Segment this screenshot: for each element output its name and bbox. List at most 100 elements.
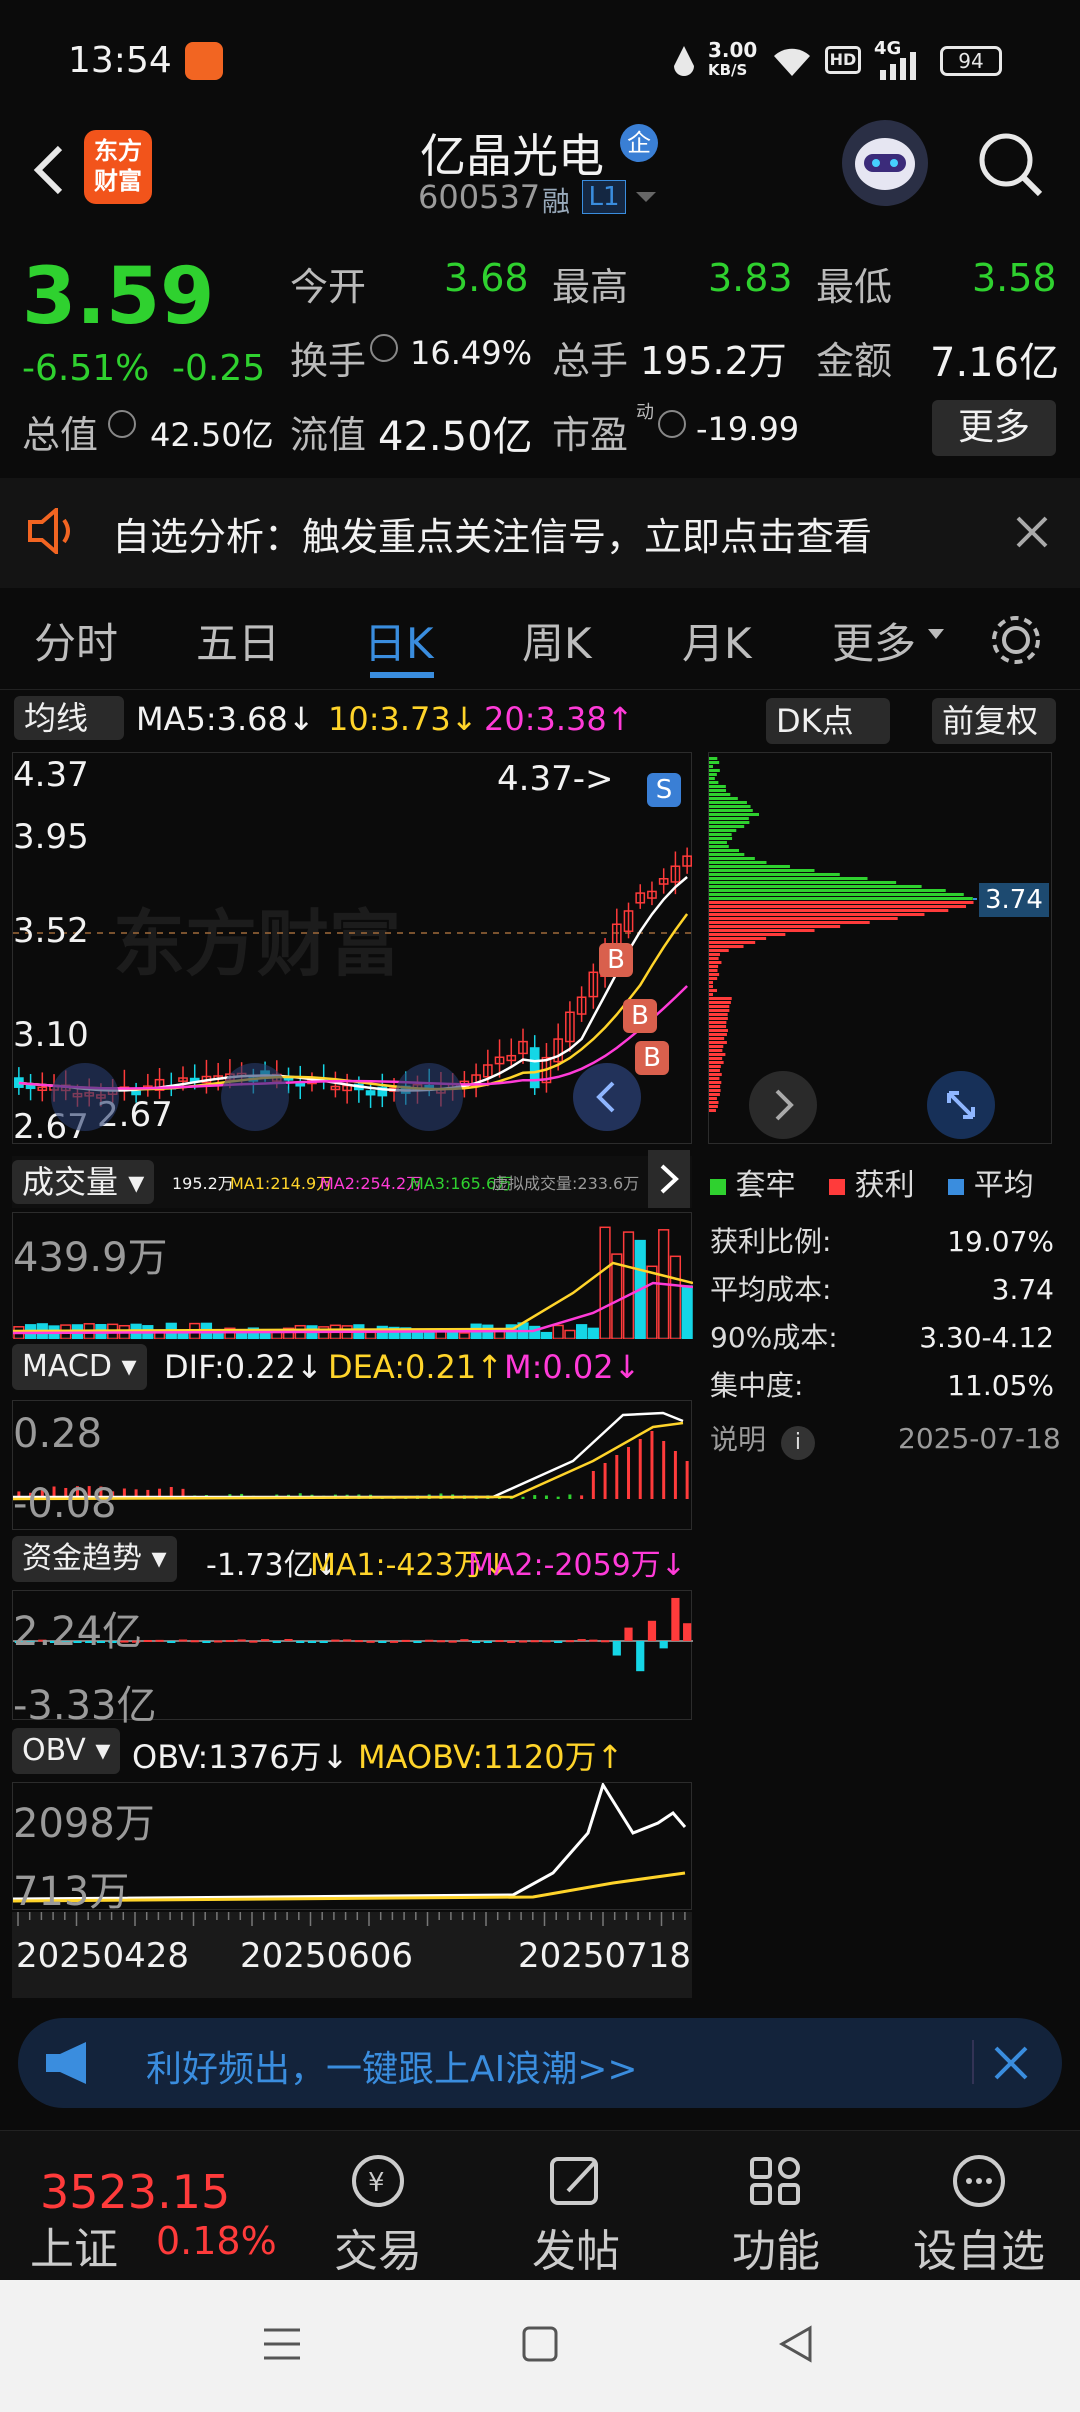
macd-m: M:0.02↓ — [504, 1348, 641, 1386]
sell-marker[interactable]: S — [647, 773, 681, 807]
dropdown-arrow-icon — [928, 626, 944, 645]
volume-chart[interactable]: 439.9万 — [12, 1212, 694, 1340]
macd-select[interactable]: MACD ▾ — [12, 1344, 147, 1390]
fund-bar — [214, 1640, 223, 1643]
crosshair-button[interactable] — [395, 1063, 463, 1131]
search-icon[interactable] — [976, 130, 1046, 204]
menu-icon[interactable] — [262, 2324, 302, 2368]
index-value[interactable]: 3523.15 — [40, 2165, 230, 2219]
post-button[interactable]: 发帖 — [526, 2151, 626, 2279]
high-annotation: 4.37-> — [497, 759, 614, 799]
pe-dynamic-sup: 动 — [636, 402, 654, 423]
chart-nav-circle[interactable] — [221, 1063, 289, 1131]
chip-bar — [709, 773, 717, 776]
x-date-end: 20250718 — [518, 1936, 692, 1976]
tab-five-day[interactable]: 五日 — [196, 610, 280, 671]
chevron-down-icon[interactable] — [634, 190, 658, 210]
volume-y-top: 439.9万 — [13, 1235, 168, 1281]
back-icon[interactable] — [776, 2324, 816, 2368]
battery-icon: 94 — [940, 46, 1002, 76]
stock-name: 亿晶光电 — [420, 129, 604, 183]
volume-ma2-line — [12, 1281, 694, 1335]
chip-distribution-chart[interactable]: 3.74 — [708, 752, 1053, 1144]
expand-icon[interactable] — [927, 1071, 995, 1139]
fund-bar — [354, 1640, 363, 1643]
dk-point-button[interactable]: DK点 — [766, 698, 890, 744]
tab-monthly-k[interactable]: 月K — [682, 610, 752, 671]
info-circle-icon[interactable] — [658, 410, 686, 438]
chevron-right-icon[interactable] — [648, 1150, 690, 1208]
fund-trend-select[interactable]: 资金趋势 ▾ — [12, 1536, 177, 1582]
chip-bar — [709, 893, 964, 896]
chip-bar — [709, 781, 719, 784]
chip-bar — [709, 881, 897, 884]
chart-nav-left-circle[interactable] — [51, 1063, 119, 1131]
chevron-right-icon[interactable] — [749, 1071, 817, 1139]
trade-button[interactable]: ¥ 交易 — [328, 2151, 428, 2279]
watchlist-analysis-banner[interactable]: 自选分析：触发重点关注信号，立即点击查看 — [0, 478, 1080, 588]
chip-bar — [709, 1081, 722, 1084]
chip-bar — [709, 1041, 727, 1044]
chip-bar — [709, 1069, 720, 1072]
high-value: 3.83 — [708, 256, 793, 300]
trade-icon: ¥ — [352, 2155, 404, 2207]
functions-button[interactable]: 功能 — [726, 2151, 826, 2279]
chip-bar — [709, 917, 898, 920]
chip-bar — [709, 993, 713, 996]
buy-marker[interactable]: B — [599, 943, 633, 977]
cost-90-row: 90%成本: 3.30-4.12 — [710, 1321, 1054, 1354]
tab-weekly-k[interactable]: 周K — [522, 610, 592, 671]
chevron-left-icon[interactable] — [573, 1063, 641, 1131]
volume-select[interactable]: 成交量 ▾ — [12, 1160, 155, 1204]
macd-chart[interactable]: 0.28 -0.08 — [12, 1400, 692, 1530]
ma-select[interactable]: 均线 ▾ — [14, 696, 124, 781]
fund-bar — [366, 1640, 375, 1643]
buy-marker[interactable]: B — [623, 999, 657, 1033]
fund-bar — [307, 1641, 317, 1643]
close-icon[interactable] — [990, 2042, 1032, 2088]
chip-bar — [709, 1013, 728, 1016]
chip-bar — [709, 1045, 724, 1048]
chip-bar — [709, 953, 720, 956]
ai-promo-bar[interactable]: 利好频出，一键跟上AI浪潮>> — [18, 2018, 1062, 2108]
home-icon[interactable] — [520, 2324, 560, 2368]
explain-link[interactable]: 说明 i — [710, 1418, 815, 1460]
change-percent: -6.51% — [22, 348, 150, 389]
fund-bar — [636, 1641, 645, 1672]
tab-intraday[interactable]: 分时 — [34, 610, 118, 671]
promo-text: 利好频出，一键跟上AI浪潮>> — [146, 2049, 638, 2090]
tab-more[interactable]: 更多 — [832, 610, 916, 671]
chip-bar — [709, 1037, 725, 1040]
info-icon: i — [780, 1426, 815, 1460]
fund-bar — [448, 1640, 457, 1643]
robot-assistant-icon[interactable] — [842, 120, 928, 206]
volume-bar — [552, 1324, 564, 1340]
more-button[interactable]: 更多 — [932, 400, 1056, 456]
fund-trend-chart[interactable]: 2.24亿 -3.33亿 — [12, 1590, 693, 1729]
fund-bar — [331, 1639, 340, 1642]
info-circle-icon[interactable] — [370, 334, 398, 362]
chip-bar — [709, 873, 840, 876]
fund-bar — [495, 1640, 504, 1643]
kline-chart[interactable]: 东方财富 4.37 3.95 3.52 3.10 2.67 4.37-> 2.6… — [12, 752, 693, 1147]
close-icon[interactable] — [1012, 512, 1052, 556]
obv-y-bottom: 713万 — [13, 1869, 130, 1915]
back-button[interactable] — [20, 130, 80, 210]
float-value: 42.50亿 — [378, 414, 533, 460]
low-value: 3.58 — [972, 256, 1057, 300]
volume-bar — [458, 1332, 470, 1340]
fund-bar — [401, 1639, 410, 1642]
obv-chart[interactable]: 2098万 713万 — [12, 1781, 692, 1915]
macd-y-bottom: -0.08 — [13, 1481, 117, 1527]
gear-icon[interactable] — [988, 612, 1044, 672]
tab-daily-k[interactable]: 日K — [364, 610, 434, 671]
chip-bar — [709, 809, 753, 812]
add-watchlist-button[interactable]: 设自选 — [904, 2151, 1054, 2279]
chip-bar — [709, 757, 718, 760]
net-speed: 3.00 KB/S — [708, 38, 758, 79]
obv-select[interactable]: OBV ▾ — [12, 1728, 121, 1774]
forward-adjust-button[interactable]: 前复权 — [932, 698, 1056, 744]
info-circle-icon[interactable] — [108, 410, 136, 438]
chip-bar — [709, 789, 727, 792]
signal-icon — [878, 52, 926, 84]
